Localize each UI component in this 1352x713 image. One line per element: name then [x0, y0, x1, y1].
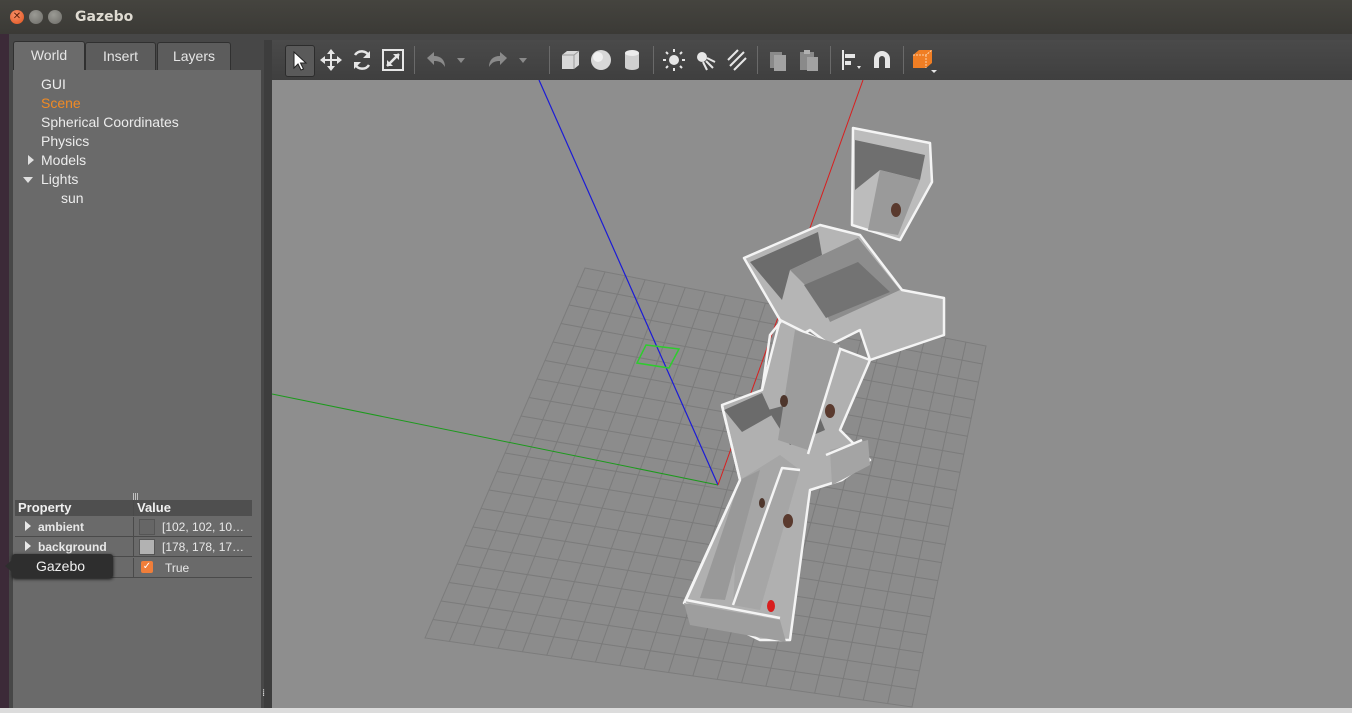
property-table-header: Property Value — [15, 500, 252, 516]
paste-icon[interactable] — [795, 45, 823, 75]
undo-icon[interactable] — [422, 45, 450, 75]
cylinder-icon[interactable] — [618, 45, 646, 75]
redo-history-icon[interactable] — [515, 45, 531, 75]
property-name: ambient — [38, 520, 85, 534]
tree-item-spherical-coordinates[interactable]: Spherical Coordinates — [41, 114, 179, 130]
collapse-arrow-icon[interactable] — [23, 177, 33, 183]
align-icon[interactable] — [837, 45, 865, 75]
view-angle-icon[interactable] — [910, 45, 938, 75]
world-tree: GUI Scene Spherical Coordinates Physics … — [13, 70, 261, 498]
column-separator — [133, 558, 134, 577]
tree-item-models[interactable]: Models — [41, 152, 86, 168]
tooltip: Gazebo — [5, 554, 113, 578]
tab-layers[interactable]: Layers — [157, 42, 231, 70]
rotate-icon[interactable] — [348, 45, 376, 75]
close-window-button[interactable]: ✕ — [10, 10, 24, 24]
window-title: Gazebo — [75, 9, 134, 25]
sphere-icon[interactable] — [587, 45, 615, 75]
expand-arrow-icon[interactable] — [28, 155, 34, 165]
window-titlebar: ✕ Gazebo — [0, 0, 1352, 35]
tooltip-text: Gazebo — [36, 558, 86, 574]
tree-item-lights[interactable]: Lights — [41, 171, 78, 187]
property-value[interactable]: [178, 178, 17… — [162, 540, 244, 554]
snap-icon[interactable] — [868, 45, 896, 75]
property-value[interactable]: [102, 102, 10… — [162, 520, 244, 534]
left-panel: World Insert Layers GUI Scene Spherical … — [10, 40, 264, 710]
redo-icon[interactable] — [484, 45, 512, 75]
select-arrow-icon[interactable] — [285, 45, 315, 77]
maximize-window-button[interactable] — [48, 10, 62, 24]
tree-item-gui[interactable]: GUI — [41, 76, 66, 92]
tree-item-physics[interactable]: Physics — [41, 133, 89, 149]
toolbar-separator — [653, 46, 654, 74]
toolbar-separator — [757, 46, 758, 74]
scale-icon[interactable] — [379, 45, 407, 75]
expand-arrow-icon[interactable] — [25, 541, 31, 551]
directional-light-icon[interactable] — [722, 45, 750, 75]
property-row-ambient[interactable]: ambient [102, 102, 10… — [15, 517, 252, 537]
property-name: background — [38, 540, 107, 554]
minimize-window-button[interactable] — [29, 10, 43, 24]
3d-viewport[interactable] — [272, 80, 1352, 710]
splitter-grip-icon[interactable]: ⁞ — [262, 688, 265, 699]
column-separator — [133, 500, 134, 516]
expand-arrow-icon[interactable] — [25, 521, 31, 531]
copy-icon[interactable] — [764, 45, 792, 75]
column-separator — [133, 517, 134, 536]
tab-world[interactable]: World — [13, 41, 85, 71]
translate-icon[interactable] — [317, 45, 345, 75]
scene-render[interactable] — [272, 80, 1352, 710]
panel-splitter[interactable] — [264, 40, 272, 710]
box-icon[interactable] — [556, 45, 584, 75]
toolbar-separator — [903, 46, 904, 74]
spot-light-icon[interactable] — [691, 45, 719, 75]
toolbar — [272, 40, 1352, 81]
tab-insert[interactable]: Insert — [85, 42, 156, 70]
property-value: True — [165, 561, 190, 575]
value-column-header: Value — [137, 500, 171, 515]
tooltip-pointer — [5, 560, 12, 572]
toolbar-separator — [830, 46, 831, 74]
color-swatch[interactable] — [139, 539, 155, 555]
undo-history-icon[interactable] — [453, 45, 469, 75]
color-swatch[interactable] — [139, 519, 155, 535]
tree-item-scene[interactable]: Scene — [41, 95, 81, 111]
toolbar-separator — [414, 46, 415, 74]
point-light-icon[interactable] — [660, 45, 688, 75]
shadows-checkbox[interactable]: ✓ — [141, 561, 153, 573]
property-column-header: Property — [18, 500, 72, 515]
toolbar-separator — [549, 46, 550, 74]
column-separator — [133, 537, 134, 556]
window-left-edge — [0, 34, 9, 713]
tree-item-sun[interactable]: sun — [61, 190, 84, 206]
status-strip — [0, 708, 1352, 713]
